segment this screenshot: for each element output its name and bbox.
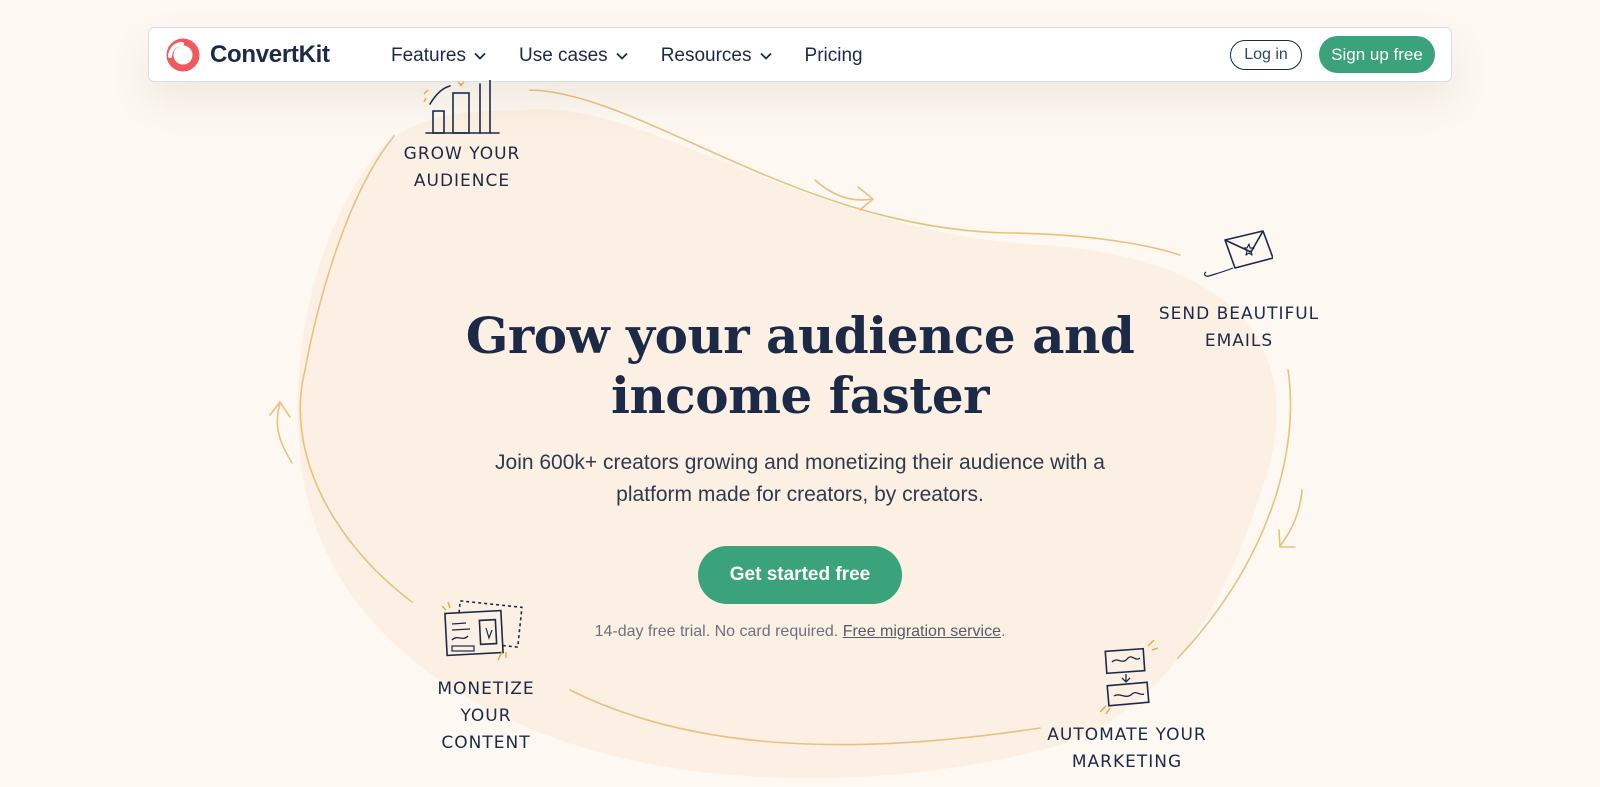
step-label-grow: GROW YOUR AUDIENCE [392,141,532,195]
step-label-line: AUDIENCE [413,171,511,191]
login-button[interactable]: Log in [1230,40,1302,70]
top-navigation: ConvertKit Features Use cases Resources … [148,27,1452,82]
menu-item-label: Use cases [518,44,608,66]
bar-chart-icon [423,80,500,134]
hero-title: Grow your audience and income faster [400,306,1200,426]
arrow-left [276,402,293,464]
chevron-down-icon [759,52,772,60]
signup-button[interactable]: Sign up free [1319,36,1435,73]
chevron-down-icon [616,52,628,60]
trial-note: 14-day free trial. No card required. Fre… [500,623,1100,641]
workflow-icon [1100,640,1159,714]
page: ConvertKit Features Use cases Resources … [0,0,1600,787]
hero-title-line: Grow your audience and [465,306,1135,365]
step-label-line: AUTOMATE YOUR [1047,725,1207,745]
menu-item-features[interactable]: Features [391,45,486,67]
brand-name: ConvertKit [210,41,330,68]
menu-item-label: Resources [660,44,752,66]
migration-service-link[interactable]: Free migration service [843,623,1001,640]
menu-item-label: Features [391,44,466,66]
trial-note-end: . [1000,623,1006,640]
brand-link[interactable]: ConvertKit [166,38,330,72]
menu-item-label: Pricing [804,44,863,66]
envelope-icon [1203,230,1273,277]
main-menu: Features Use cases Resources Pricing [391,28,896,83]
menu-item-resources[interactable]: Resources [661,45,772,67]
get-started-button[interactable]: Get started free [698,546,902,604]
menu-item-pricing[interactable]: Pricing [805,45,863,67]
hero-subtitle: Join 600k+ creators growing and monetizi… [495,451,1105,506]
step-label-line: GROW YOUR [403,144,521,164]
hero-title-line: income faster [610,366,990,425]
arrow-right [1279,489,1303,547]
convertkit-logo-icon [166,38,200,72]
step-label-line: MARKETING [1071,752,1183,772]
step-label-automate: AUTOMATE YOUR MARKETING [1042,722,1212,776]
step-label-monetize: MONETIZE YOUR CONTENT [411,676,561,757]
trial-note-text: 14-day free trial. No card required. [594,623,843,640]
chevron-down-icon [474,52,486,60]
menu-item-use-cases[interactable]: Use cases [519,45,628,67]
step-label-line: MONETIZE YOUR [437,679,535,726]
step-label-line: CONTENT [441,733,531,753]
